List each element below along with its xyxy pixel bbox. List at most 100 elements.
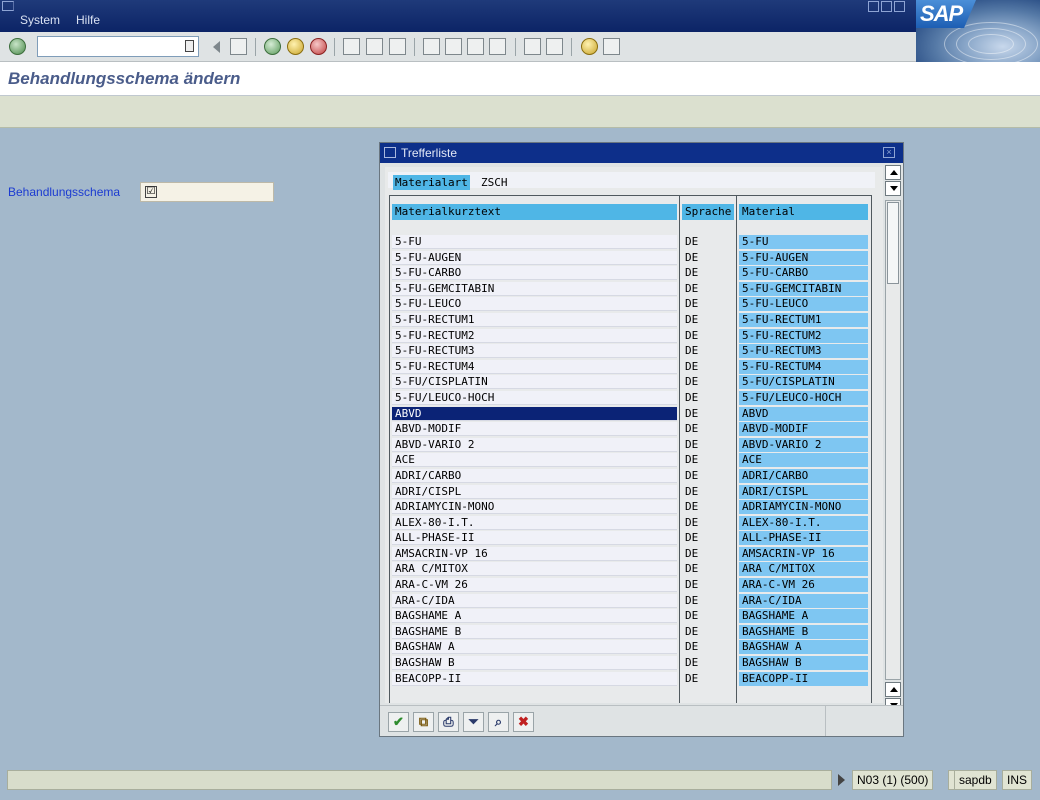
cell-sprache[interactable]: DE — [682, 329, 734, 343]
cell-sprache[interactable]: DE — [682, 609, 734, 623]
cell-sprache[interactable]: DE — [682, 547, 734, 561]
table-row[interactable]: 5-FU/CISPLATIN DE 5-FU/CISPLATIN — [390, 374, 871, 390]
table-row[interactable]: ABVD-VARIO 2 DE ABVD-VARIO 2 — [390, 437, 871, 453]
cell-sprache[interactable]: DE — [682, 407, 734, 421]
cell-materialkurztext[interactable]: BAGSHAW A — [392, 640, 677, 655]
table-row[interactable]: ALL-PHASE-II DE ALL-PHASE-II — [390, 530, 871, 546]
cell-sprache[interactable]: DE — [682, 640, 734, 654]
cell-materialkurztext[interactable]: 5-FU-LEUCO — [392, 297, 677, 312]
cell-materialkurztext[interactable]: ADRIAMYCIN-MONO — [392, 500, 677, 515]
cell-material[interactable]: 5-FU-GEMCITABIN — [739, 281, 868, 296]
cell-materialkurztext[interactable]: ADRI/CARBO — [392, 468, 677, 483]
cell-material[interactable]: ADRI/CARBO — [739, 468, 868, 483]
cell-materialkurztext[interactable]: BEACOPP-II — [392, 671, 677, 686]
filter-button[interactable]: ⏷ — [463, 712, 484, 732]
table-row[interactable]: ABVD-MODIF DE ABVD-MODIF — [390, 421, 871, 437]
find-icon[interactable] — [366, 38, 383, 55]
cell-materialkurztext[interactable]: 5-FU-RECTUM3 — [392, 344, 677, 359]
window-icon[interactable] — [2, 1, 14, 11]
cell-materialkurztext[interactable]: ABVD-VARIO 2 — [392, 437, 677, 452]
cell-material[interactable]: ARA-C-VM 26 — [739, 578, 868, 593]
cell-sprache[interactable]: DE — [682, 625, 734, 639]
cell-materialkurztext[interactable]: ARA-C/IDA — [392, 593, 677, 608]
dialog-scrollbar[interactable] — [885, 163, 901, 713]
cell-materialkurztext[interactable]: ALEX-80-I.T. — [392, 515, 677, 530]
collapse-icon[interactable] — [213, 41, 220, 53]
table-row[interactable]: 5-FU-RECTUM1 DE 5-FU-RECTUM1 — [390, 312, 871, 328]
cell-sprache[interactable]: DE — [682, 266, 734, 280]
table-row[interactable]: 5-FU-GEMCITABIN DE 5-FU-GEMCITABIN — [390, 281, 871, 297]
cell-materialkurztext[interactable]: ABVD — [392, 406, 677, 421]
cell-materialkurztext[interactable]: 5-FU — [392, 235, 677, 249]
cancel-icon[interactable] — [310, 38, 327, 55]
cell-sprache[interactable]: DE — [682, 422, 734, 436]
cell-material[interactable]: 5-FU-RECTUM2 — [739, 328, 868, 343]
table-row[interactable]: ALEX-80-I.T. DE ALEX-80-I.T. — [390, 515, 871, 531]
cell-material[interactable]: 5-FU-LEUCO — [739, 297, 868, 312]
cell-material[interactable]: 5-FU/CISPLATIN — [739, 375, 868, 390]
next-page-icon[interactable] — [467, 38, 484, 55]
cell-materialkurztext[interactable]: ADRI/CISPL — [392, 484, 677, 499]
cell-materialkurztext[interactable]: BAGSHAME B — [392, 624, 677, 639]
column-header-materialkurztext[interactable]: Materialkurztext — [392, 204, 677, 220]
cell-sprache[interactable]: DE — [682, 531, 734, 545]
menu-hilfe[interactable]: Hilfe — [76, 13, 100, 27]
table-row[interactable]: 5-FU DE 5-FU — [390, 234, 871, 250]
cell-material[interactable]: ABVD-MODIF — [739, 422, 868, 437]
column-header-sprache[interactable]: Sprache — [682, 204, 734, 220]
cell-material[interactable]: 5-FU-AUGEN — [739, 250, 868, 265]
cell-materialkurztext[interactable]: ALL-PHASE-II — [392, 531, 677, 546]
table-row[interactable]: 5-FU/LEUCO-HOCH DE 5-FU/LEUCO-HOCH — [390, 390, 871, 406]
cell-sprache[interactable]: DE — [682, 313, 734, 327]
cell-material[interactable]: 5-FU-RECTUM3 — [739, 344, 868, 359]
table-row[interactable]: BAGSHAW A DE BAGSHAW A — [390, 639, 871, 655]
cell-material[interactable]: ARA C/MITOX — [739, 562, 868, 577]
cell-material[interactable]: AMSACRIN-VP 16 — [739, 546, 868, 561]
find-button[interactable]: ⌕ — [488, 712, 509, 732]
print-icon[interactable] — [343, 38, 360, 55]
dialog-close-icon[interactable]: × — [883, 147, 895, 158]
exit-icon[interactable] — [287, 38, 304, 55]
table-row[interactable]: 5-FU-RECTUM3 DE 5-FU-RECTUM3 — [390, 343, 871, 359]
table-row[interactable]: ADRI/CARBO DE ADRI/CARBO — [390, 468, 871, 484]
cell-sprache[interactable]: DE — [682, 485, 734, 499]
table-row[interactable]: 5-FU-LEUCO DE 5-FU-LEUCO — [390, 296, 871, 312]
cell-material[interactable]: ABVD — [739, 406, 868, 421]
table-row[interactable]: 5-FU-AUGEN DE 5-FU-AUGEN — [390, 250, 871, 266]
command-field[interactable] — [37, 36, 199, 57]
table-row[interactable]: ARA C/MITOX DE ARA C/MITOX — [390, 561, 871, 577]
command-history-icon[interactable] — [185, 40, 194, 52]
cell-sprache[interactable]: DE — [682, 656, 734, 670]
minimize-icon[interactable] — [868, 1, 879, 12]
expand-status-icon[interactable] — [838, 774, 845, 786]
enter-icon[interactable] — [9, 38, 26, 55]
cell-material[interactable]: ARA-C/IDA — [739, 593, 868, 608]
cell-sprache[interactable]: DE — [682, 500, 734, 514]
cell-materialkurztext[interactable]: BAGSHAME A — [392, 609, 677, 624]
cell-materialkurztext[interactable]: 5-FU-CARBO — [392, 266, 677, 281]
cell-sprache[interactable]: DE — [682, 297, 734, 311]
cell-material[interactable]: 5-FU-RECTUM1 — [739, 312, 868, 327]
table-row[interactable]: ADRIAMYCIN-MONO DE ADRIAMYCIN-MONO — [390, 499, 871, 515]
cell-materialkurztext[interactable]: 5-FU-GEMCITABIN — [392, 281, 677, 296]
cell-materialkurztext[interactable]: ABVD-MODIF — [392, 422, 677, 437]
cell-material[interactable]: ACE — [739, 453, 868, 468]
cell-material[interactable]: BAGSHAME A — [739, 609, 868, 624]
table-row[interactable]: ADRI/CISPL DE ADRI/CISPL — [390, 484, 871, 500]
cell-sprache[interactable]: DE — [682, 594, 734, 608]
shortcut-icon[interactable] — [546, 38, 563, 55]
cell-sprache[interactable]: DE — [682, 438, 734, 452]
scroll-up-button[interactable] — [885, 165, 901, 180]
cell-sprache[interactable]: DE — [682, 469, 734, 483]
table-row[interactable]: ARA-C/IDA DE ARA-C/IDA — [390, 593, 871, 609]
cell-materialkurztext[interactable]: AMSACRIN-VP 16 — [392, 546, 677, 561]
new-session-icon[interactable] — [524, 38, 541, 55]
cell-material[interactable]: ALL-PHASE-II — [739, 531, 868, 546]
session-info[interactable]: N03 (1) (500) — [852, 770, 934, 790]
cell-materialkurztext[interactable]: 5-FU/LEUCO-HOCH — [392, 390, 677, 405]
table-row[interactable]: AMSACRIN-VP 16 DE AMSACRIN-VP 16 — [390, 546, 871, 562]
cancel-button[interactable]: ✖ — [513, 712, 534, 732]
scroll-track[interactable] — [885, 200, 901, 680]
cell-materialkurztext[interactable]: 5-FU-RECTUM4 — [392, 359, 677, 374]
cell-material[interactable]: ADRIAMYCIN-MONO — [739, 500, 868, 515]
